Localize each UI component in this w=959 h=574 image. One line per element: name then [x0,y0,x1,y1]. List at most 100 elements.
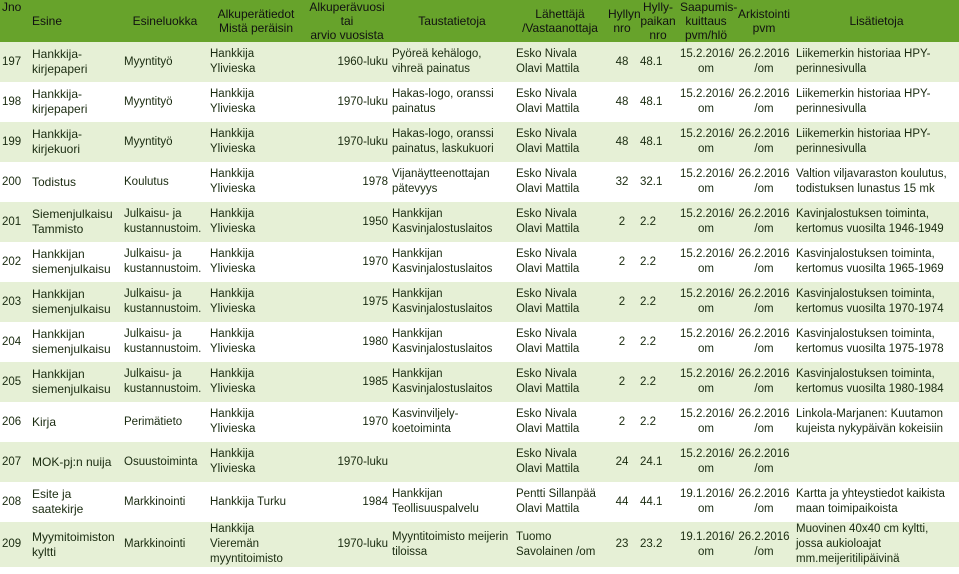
cell-esine: Hankkijan siemenjulkaisu [30,322,122,362]
cell-hyllypaikan-nro: 2.2 [638,282,678,322]
cell-arkistointi: 26.2.2016/om [734,482,794,522]
header-alkuperatiedot: Alkuperätiedot Mistä peräisin [208,0,304,42]
cell-lisatietoja: Kasvinjalostuksen toiminta, kertomus vuo… [794,322,959,362]
table-row: 201 Siemenjulkaisu Tammisto Julkaisu- ja k… [0,202,959,242]
header-jno: Jno [0,0,30,42]
cell-hyllyn-nro: 48 [606,122,638,162]
cell-esineluokka: Myyntityö [122,42,208,82]
cell-taustatietoja: Hankkijan Kasvinjalostuslaitos [390,282,514,322]
cell-lahettaja: Esko Nivala Olavi Mattila [514,362,606,402]
cell-alkupera: Hankkija Ylivieska [208,42,304,82]
cell-saapumiskuittaus: 15.2.2016/om [678,322,734,362]
cell-lahettaja: Tuomo Savolainen /om [514,522,606,567]
cell-esine: Hankkija-kirjepaperi [30,82,122,122]
cell-arkistointi: 26.2.2016/om [734,322,794,362]
cell-jno: 207 [0,442,30,482]
cell-arkistointi: 26.2.2016/om [734,122,794,162]
cell-esineluokka: Julkaisu- ja kustannustoim. [122,242,208,282]
cell-lisatietoja: Liikemerkin historiaa HPY-perinnesivulla [794,82,959,122]
cell-alkupera: Hankkija Ylivieska [208,242,304,282]
cell-hyllypaikan-nro: 48.1 [638,82,678,122]
cell-lahettaja: Esko Nivala Olavi Mattila [514,162,606,202]
cell-esineluokka: Markkinointi [122,482,208,522]
table-row: 200 Todistus Koulutus Hankkija Ylivieska 197… [0,162,959,202]
cell-hyllypaikan-nro: 32.1 [638,162,678,202]
cell-vuosi: 1978 [304,162,390,202]
header-esine: Esine [30,0,122,42]
cell-lahettaja: Esko Nivala Olavi Mattila [514,82,606,122]
cell-taustatietoja: Myyntitoimisto meijerin tiloissa [390,522,514,567]
table-header: Jno Esine Esineluokka Alkuperätiedot Mist… [0,0,959,42]
cell-arkistointi: 26.2.2016/om [734,522,794,567]
header-arkistointi: Arkistointi pvm [734,0,794,42]
cell-saapumiskuittaus: 19.1.2016/om [678,482,734,522]
cell-esine: Hankkijan siemenjulkaisu [30,242,122,282]
cell-lisatietoja: Kavinjalostuksen toiminta, kertomus vuos… [794,202,959,242]
cell-taustatietoja: Hakas-logo, oranssi painatus [390,82,514,122]
cell-esine: MOK-pj:n nuija [30,442,122,482]
cell-taustatietoja [390,442,514,482]
cell-arkistointi: 26.2.2016/om [734,242,794,282]
cell-hyllyn-nro: 2 [606,322,638,362]
cell-jno: 197 [0,42,30,82]
cell-alkupera: Hankkija Ylivieska [208,202,304,242]
cell-esine: Siemenjulkaisu Tammisto [30,202,122,242]
cell-taustatietoja: Hankkijan Kasvinjalostuslaitos [390,362,514,402]
cell-hyllyn-nro: 48 [606,42,638,82]
cell-esineluokka: Myyntityö [122,122,208,162]
cell-hyllyn-nro: 44 [606,482,638,522]
cell-hyllypaikan-nro: 48.1 [638,42,678,82]
cell-vuosi: 1970-luku [304,122,390,162]
cell-taustatietoja: Pyöreä kehälogo, vihreä painatus [390,42,514,82]
cell-lisatietoja [794,442,959,482]
cell-esineluokka: Perimätieto [122,402,208,442]
cell-jno: 198 [0,82,30,122]
cell-lisatietoja: Valtion viljavaraston koulutus, todistuk… [794,162,959,202]
table-row: 197 Hankkija-kirjepaperi Myyntityö Hankkija… [0,42,959,82]
cell-alkupera: Hankkija Ylivieska [208,122,304,162]
cell-lahettaja: Esko Nivala Olavi Mattila [514,322,606,362]
cell-lahettaja: Esko Nivala Olavi Mattila [514,282,606,322]
cell-hyllyn-nro: 2 [606,362,638,402]
cell-vuosi: 1985 [304,362,390,402]
cell-hyllypaikan-nro: 2.2 [638,202,678,242]
cell-saapumiskuittaus: 15.2.2016/om [678,442,734,482]
cell-saapumiskuittaus: 15.2.2016/om [678,202,734,242]
table-row: 203 Hankkijan siemenjulkaisu Julkaisu- ja … [0,282,959,322]
table-row: 198 Hankkija-kirjepaperi Myyntityö Hankkija… [0,82,959,122]
cell-hyllyn-nro: 2 [606,402,638,442]
cell-alkupera: Hankkija Ylivieska [208,402,304,442]
cell-hyllyn-nro: 23 [606,522,638,567]
cell-hyllypaikan-nro: 2.2 [638,402,678,442]
cell-lahettaja: Esko Nivala Olavi Mattila [514,402,606,442]
cell-lisatietoja: Kasvinjalostuksen toiminta, kertomus vuo… [794,362,959,402]
cell-jno: 206 [0,402,30,442]
cell-lahettaja: Pentti Sillanpää Olavi Mattila [514,482,606,522]
cell-alkupera: Hankkija Ylivieska [208,282,304,322]
header-saapumiskuittaus: Saapumis-kuittaus pvm/hlö [678,0,738,42]
cell-esineluokka: Markkinointi [122,522,208,567]
cell-alkupera: Hankkija Vieremän myyntitoimisto [208,522,304,567]
cell-esine: Hankkija-kirjepaperi [30,42,122,82]
cell-alkupera: Hankkija Turku [208,482,304,522]
cell-alkupera: Hankkija Ylivieska [208,442,304,482]
cell-taustatietoja: Vijanäytteenottajan pätevyys [390,162,514,202]
cell-esine: Myymitoimiston kyltti [30,522,122,567]
cell-hyllyn-nro: 32 [606,162,638,202]
cell-hyllypaikan-nro: 2.2 [638,362,678,402]
cell-esineluokka: Julkaisu- ja kustannustoim. [122,282,208,322]
cell-hyllyn-nro: 48 [606,82,638,122]
header-hyllypaikan-nro: Hylly-paikan nro [638,0,678,42]
header-lisatietoja: Lisätietoja [794,0,959,42]
cell-jno: 205 [0,362,30,402]
cell-lisatietoja: Linkola-Marjanen: Kuutamon kujeista nyky… [794,402,959,442]
cell-arkistointi: 26.2.2016/om [734,82,794,122]
cell-esineluokka: Osuustoiminta [122,442,208,482]
table-row: 202 Hankkijan siemenjulkaisu Julkaisu- ja … [0,242,959,282]
cell-jno: 209 [0,522,30,567]
header-hyllyn-nro: Hyllyn nro [606,0,641,42]
cell-saapumiskuittaus: 19.1.2016/om [678,522,734,567]
cell-hyllypaikan-nro: 44.1 [638,482,678,522]
cell-vuosi: 1950 [304,202,390,242]
header-esineluokka: Esineluokka [122,0,208,42]
